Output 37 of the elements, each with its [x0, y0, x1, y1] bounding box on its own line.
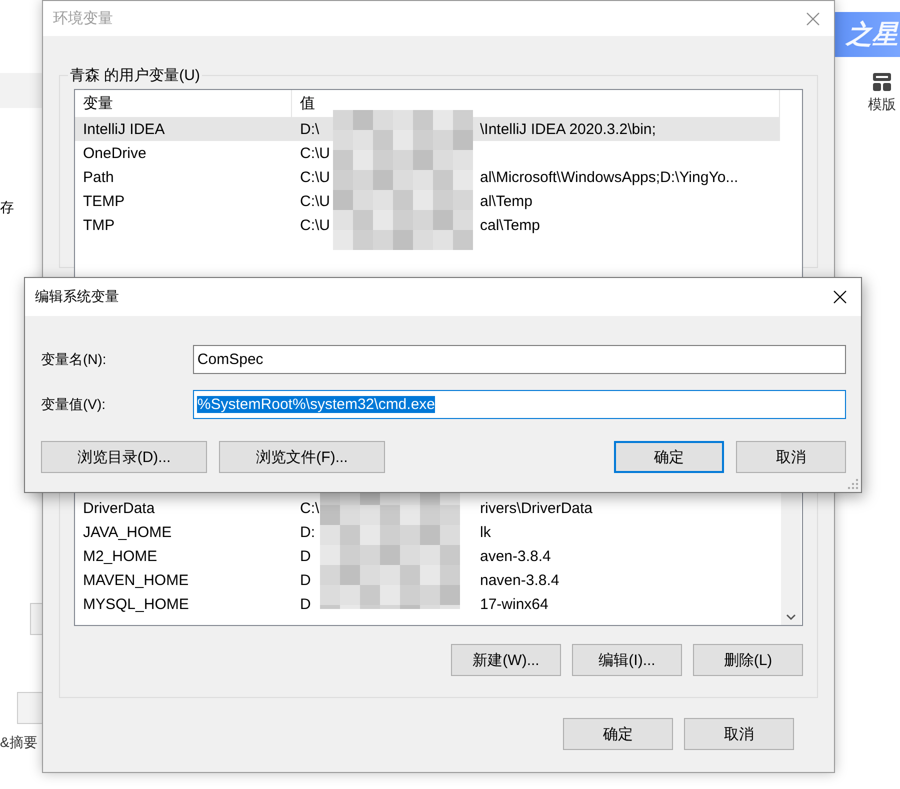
value-text: C:\U — [300, 216, 330, 234]
variable-name: M2_HOME — [82, 548, 158, 564]
variable-name: DriverData — [82, 500, 155, 516]
value-text: D:\ — [300, 120, 320, 138]
value-text: al\Temp — [480, 192, 533, 210]
field-label: 变量值(V): — [41, 396, 107, 414]
field-label: 变量名(N): — [41, 350, 108, 368]
window-title: 环境变量 — [53, 9, 113, 28]
variable-name: Path — [82, 168, 114, 186]
value-text: lk — [480, 524, 491, 540]
value-text: cal\Temp — [480, 216, 540, 234]
value-text: C:\U — [300, 168, 330, 186]
value-text: aven-3.8.4 — [480, 548, 551, 564]
group-label: 青森 的用户变量(U) — [69, 66, 201, 85]
page-text: 存 — [0, 199, 14, 217]
value-text: \IntelliJ IDEA 2020.3.2\bin; — [480, 120, 656, 138]
variable-name: MAVEN_HOME — [82, 572, 189, 588]
variable-name: IntelliJ IDEA — [82, 120, 165, 138]
banner-text: 之星 — [846, 18, 900, 51]
value-text: D — [300, 596, 311, 612]
value-text: D: — [300, 524, 315, 540]
value-text: D — [300, 548, 311, 564]
variable-name: MYSQL_HOME — [82, 596, 189, 612]
value-text: C:\ — [300, 500, 320, 516]
value-text: C:\U — [300, 144, 330, 162]
dialog-title: 编辑系统变量 — [35, 288, 119, 306]
value-text: rivers\DriverData — [480, 500, 593, 516]
value-text: C:\U — [300, 192, 330, 210]
value-text: al\Microsoft\WindowsApps;D:\YingYo... — [480, 168, 738, 186]
variable-name: JAVA_HOME — [82, 524, 172, 540]
variable-name: TMP — [82, 216, 115, 234]
page-text: &摘要 — [0, 734, 38, 752]
value-text: D — [300, 572, 311, 588]
value-text: 17-winx64 — [480, 596, 548, 612]
variable-name: OneDrive — [82, 144, 146, 162]
value-text: naven-3.8.4 — [480, 572, 560, 588]
variable-name: TEMP — [82, 192, 125, 210]
